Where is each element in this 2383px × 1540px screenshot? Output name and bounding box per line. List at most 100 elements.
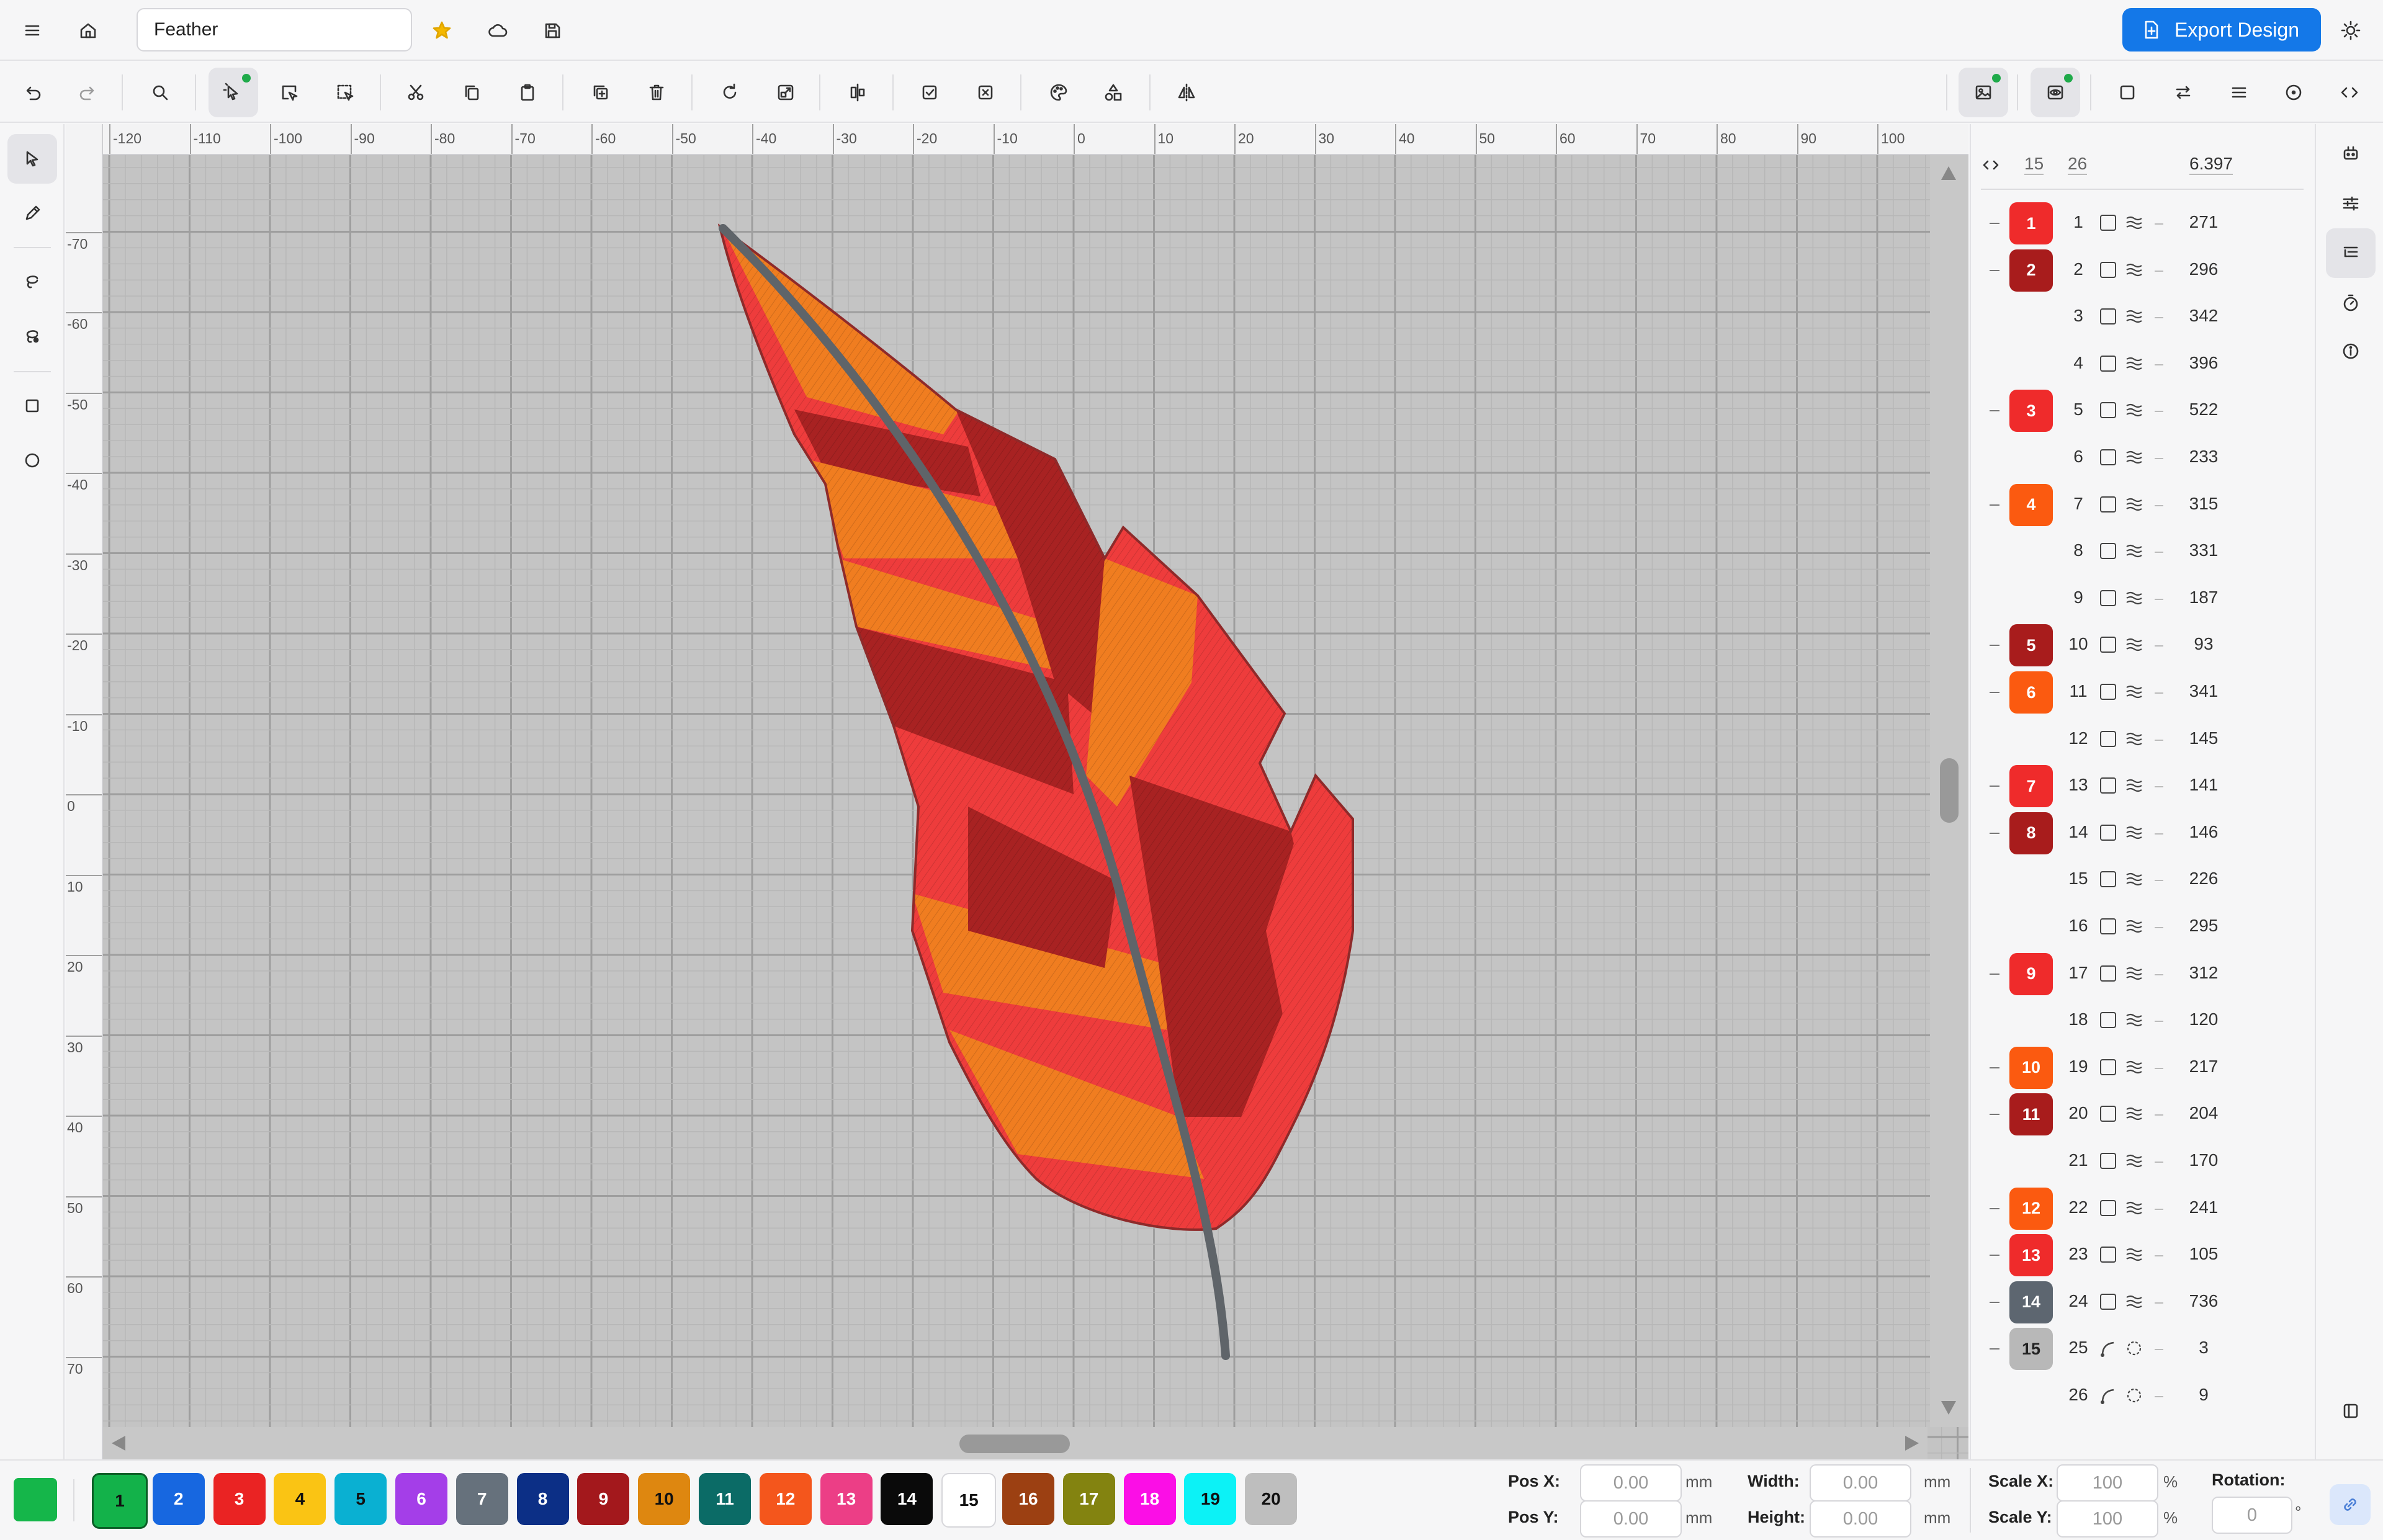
vertical-scroll-thumb[interactable]: [1940, 758, 1959, 823]
group-collapse-dash[interactable]: [1990, 1255, 1999, 1256]
save-icon[interactable]: [527, 6, 577, 55]
adjustments-sliders-icon[interactable]: [2326, 179, 2376, 228]
sequence-row[interactable]: 7 13 141: [1971, 763, 2316, 810]
list-menu-icon[interactable]: [2214, 68, 2264, 117]
color-block-badge[interactable]: 14: [2009, 1281, 2053, 1323]
stitch-length-value[interactable]: 6.397: [2189, 154, 2233, 175]
duplicate-icon[interactable]: [576, 68, 626, 117]
color-block-badge[interactable]: 10: [2009, 1046, 2053, 1089]
visibility-checkbox[interactable]: [2100, 1106, 2116, 1122]
delete-trash-icon[interactable]: [632, 68, 681, 117]
stopwatch-icon[interactable]: [2326, 278, 2376, 328]
toggle-sidebar-icon[interactable]: [2326, 1386, 2376, 1436]
info-icon[interactable]: [2326, 326, 2376, 376]
group-collapse-dash[interactable]: [1990, 410, 1999, 412]
sequence-row[interactable]: 26 9: [1971, 1372, 2316, 1420]
cloud-icon[interactable]: [473, 6, 523, 55]
align-center-icon[interactable]: [833, 68, 882, 117]
sequence-row[interactable]: 14 24 736: [1971, 1279, 2316, 1326]
scroll-left-arrow-icon[interactable]: [109, 1435, 128, 1452]
visibility-checkbox[interactable]: [2100, 1012, 2116, 1029]
visibility-checkbox[interactable]: [2100, 543, 2116, 560]
group-collapse-dash[interactable]: [1990, 223, 1999, 224]
rotate-icon[interactable]: [705, 68, 755, 117]
thread-color-swatch[interactable]: 3: [213, 1473, 266, 1525]
color-block-badge[interactable]: 7: [2009, 765, 2053, 808]
sequence-row[interactable]: 12 22 241: [1971, 1185, 2316, 1232]
thread-color-swatch[interactable]: 6: [395, 1473, 447, 1525]
sequence-row[interactable]: 11 20 204: [1971, 1091, 2316, 1138]
thread-color-swatch[interactable]: 2: [152, 1473, 205, 1525]
visibility-checkbox[interactable]: [2100, 1293, 2116, 1310]
mirror-flip-icon[interactable]: [1162, 68, 1211, 117]
group-collapse-dash[interactable]: [1990, 1067, 1999, 1068]
sequence-list-icon[interactable]: [2326, 228, 2376, 278]
sequence-row[interactable]: 5 10 93: [1971, 622, 2316, 669]
select-object-icon[interactable]: [264, 68, 314, 117]
sequence-row[interactable]: 8 14 146: [1971, 810, 2316, 857]
visibility-checkbox[interactable]: [2100, 402, 2116, 419]
sequence-row[interactable]: 18 120: [1971, 997, 2316, 1044]
color-block-badge[interactable]: 15: [2009, 1328, 2053, 1371]
rectangle-tool-icon[interactable]: [7, 381, 57, 431]
redo-icon[interactable]: [63, 68, 113, 117]
color-block-badge[interactable]: 6: [2009, 671, 2053, 714]
thread-color-swatch[interactable]: 14: [881, 1473, 933, 1525]
group-collapse-dash[interactable]: [1990, 832, 1999, 834]
scroll-up-arrow-icon[interactable]: [1940, 164, 1957, 182]
favorite-star-icon[interactable]: [417, 6, 467, 55]
sequence-row[interactable]: 10 19 217: [1971, 1044, 2316, 1091]
visibility-checkbox[interactable]: [2100, 1153, 2116, 1169]
shapes-icon[interactable]: [1088, 68, 1138, 117]
thread-color-swatch[interactable]: 16: [1002, 1473, 1054, 1525]
sequence-row[interactable]: 16 295: [1971, 903, 2316, 951]
visibility-checkbox[interactable]: [2100, 918, 2116, 934]
thread-color-swatch[interactable]: 17: [1062, 1473, 1115, 1525]
range-start-value[interactable]: 15: [2024, 154, 2044, 175]
design-canvas[interactable]: [66, 124, 1968, 1459]
color-block-badge[interactable]: 4: [2009, 483, 2053, 526]
visibility-checkbox[interactable]: [2100, 684, 2116, 700]
horizontal-scrollbar[interactable]: [103, 1427, 1927, 1459]
sequence-row[interactable]: 15 25 3: [1971, 1325, 2316, 1372]
group-collapse-dash[interactable]: [1990, 504, 1999, 506]
sequence-row[interactable]: 9 187: [1971, 575, 2316, 622]
thread-color-swatch[interactable]: 8: [516, 1473, 569, 1525]
color-block-badge[interactable]: 12: [2009, 1187, 2053, 1230]
scroll-down-arrow-icon[interactable]: [1940, 1399, 1957, 1417]
cut-scissors-icon[interactable]: [391, 68, 441, 117]
export-design-button[interactable]: Export Design: [2122, 8, 2321, 51]
sequence-row[interactable]: 12 145: [1971, 716, 2316, 763]
thread-color-swatch[interactable]: 20: [1245, 1473, 1298, 1525]
scale-y-input[interactable]: 100: [2057, 1500, 2158, 1538]
swap-arrows-icon[interactable]: [2158, 68, 2208, 117]
pos-y-input[interactable]: 0.00: [1580, 1500, 1682, 1538]
visibility-checkbox[interactable]: [2100, 308, 2116, 325]
sequence-row[interactable]: 13 23 105: [1971, 1232, 2316, 1279]
zoom-search-icon[interactable]: [135, 68, 185, 117]
sequence-row[interactable]: 6 233: [1971, 434, 2316, 481]
realistic-view-icon[interactable]: [2031, 68, 2080, 117]
group-collapse-dash[interactable]: [1990, 1114, 1999, 1116]
thread-color-swatch[interactable]: 7: [456, 1473, 508, 1525]
visibility-checkbox[interactable]: [2100, 496, 2116, 513]
ellipse-tool-icon[interactable]: [7, 436, 57, 485]
color-block-badge[interactable]: 3: [2009, 390, 2053, 432]
thread-color-swatch[interactable]: 13: [820, 1473, 873, 1525]
width-input[interactable]: 0.00: [1810, 1464, 1911, 1502]
marquee-select-icon[interactable]: [320, 68, 370, 117]
sequence-row[interactable]: 1 1 271: [1971, 200, 2316, 247]
sequence-row[interactable]: 4 7 315: [1971, 481, 2316, 529]
design-title-input[interactable]: Feather: [137, 8, 412, 51]
visibility-checkbox[interactable]: [2100, 730, 2116, 747]
thread-color-swatch[interactable]: 9: [577, 1473, 630, 1525]
theme-sun-icon[interactable]: [2326, 6, 2376, 55]
group-collapse-dash[interactable]: [1990, 269, 1999, 271]
color-block-badge[interactable]: 9: [2009, 952, 2053, 995]
thread-color-swatch[interactable]: 5: [334, 1473, 387, 1525]
hoop-frame-icon[interactable]: [2103, 68, 2152, 117]
visibility-checkbox[interactable]: [2100, 589, 2116, 606]
pencil-tool-icon[interactable]: [7, 189, 57, 238]
link-proportions-button[interactable]: [2330, 1484, 2371, 1525]
range-end-value[interactable]: 26: [2068, 154, 2088, 175]
